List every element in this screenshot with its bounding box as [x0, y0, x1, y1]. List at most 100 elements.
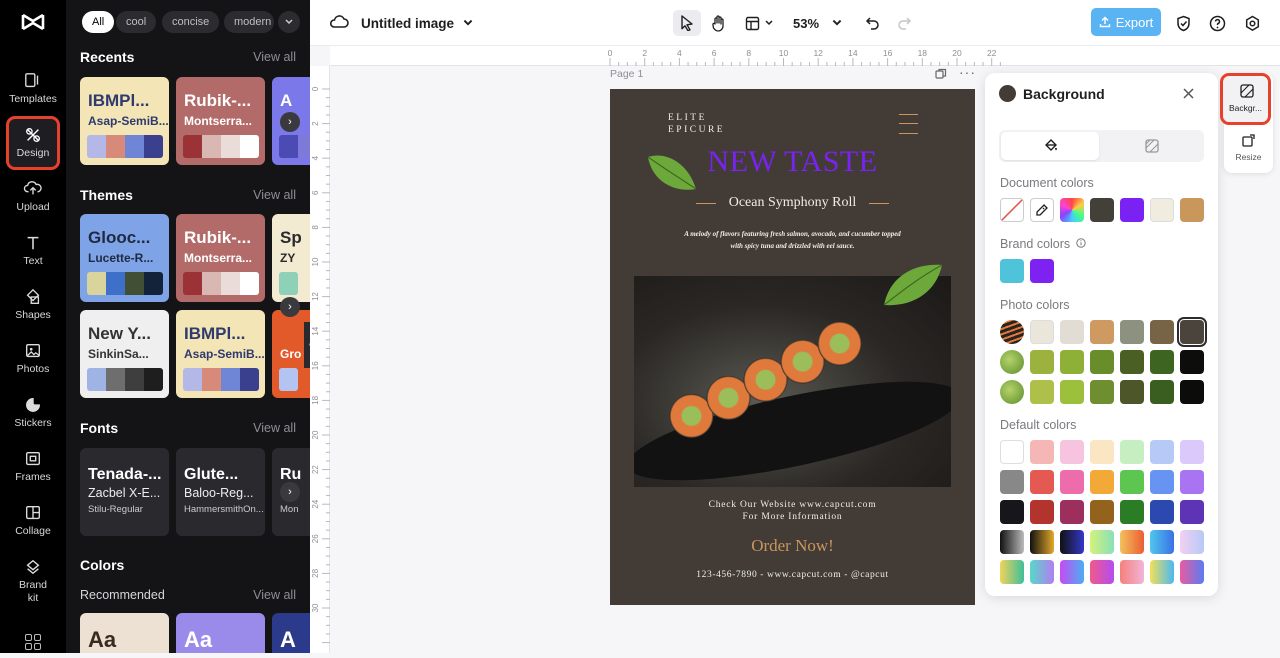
brand-line-1[interactable]: ELITE: [668, 113, 707, 123]
tab-solid-fill[interactable]: [1001, 132, 1099, 160]
default-color-swatch[interactable]: [1090, 440, 1114, 464]
photo-color-swatch[interactable]: [1090, 350, 1114, 374]
default-color-swatch[interactable]: [1120, 500, 1144, 524]
zoom-dropdown[interactable]: 53%: [790, 11, 846, 35]
fonts-next-button[interactable]: ›: [280, 482, 300, 502]
cloud-icon[interactable]: [329, 13, 349, 31]
photo-color-swatch[interactable]: [1030, 320, 1054, 344]
brand-line-2[interactable]: EPICURE: [668, 125, 725, 135]
default-color-swatch[interactable]: [1090, 500, 1114, 524]
menu-lines-icon[interactable]: [899, 114, 918, 134]
subtitle[interactable]: Ocean Symphony Roll: [610, 195, 975, 211]
document-color-swatch[interactable]: [1090, 198, 1114, 222]
default-color-swatch[interactable]: [1030, 440, 1054, 464]
template-card[interactable]: Sp ZY: [272, 214, 310, 302]
rail-item-stickers[interactable]: Stickers: [0, 392, 66, 446]
eyedropper-button[interactable]: [1030, 198, 1054, 222]
photo-color-swatch[interactable]: [1060, 380, 1084, 404]
default-color-swatch[interactable]: [1180, 440, 1204, 464]
layout-menu-button[interactable]: [742, 11, 776, 35]
fonts-view-all-link[interactable]: View all: [253, 421, 296, 435]
headline[interactable]: NEW TASTE: [610, 145, 975, 179]
photo-color-swatch[interactable]: [1090, 320, 1114, 344]
photo-thumbnail-swatch[interactable]: [1000, 380, 1024, 404]
page-more-icon[interactable]: ···: [959, 64, 976, 80]
default-color-swatch[interactable]: [1000, 470, 1024, 494]
rail-item-templates[interactable]: Templates: [0, 68, 66, 122]
transparent-swatch[interactable]: [1000, 198, 1024, 222]
document-color-swatch[interactable]: [1120, 198, 1144, 222]
photo-color-swatch[interactable]: [1150, 320, 1174, 344]
color-palette-card[interactable]: Aa: [176, 613, 265, 653]
gradient-swatch[interactable]: [1120, 560, 1144, 584]
template-card[interactable]: IBMPl... Asap-SemiB...: [80, 77, 169, 165]
default-color-swatch[interactable]: [1060, 440, 1084, 464]
recents-next-button[interactable]: ›: [280, 112, 300, 132]
photo-color-swatch[interactable]: [1030, 380, 1054, 404]
photo-color-swatch[interactable]: [1180, 380, 1204, 404]
photo-color-swatch[interactable]: [1120, 350, 1144, 374]
default-color-swatch[interactable]: [1150, 440, 1174, 464]
gradient-swatch[interactable]: [1000, 530, 1024, 554]
photo-thumbnail-swatch[interactable]: [1000, 320, 1024, 344]
default-color-swatch[interactable]: [1180, 470, 1204, 494]
template-card[interactable]: Rubik-... Montserra...: [176, 214, 265, 302]
photo-color-swatch[interactable]: [1180, 350, 1204, 374]
redo-button[interactable]: [894, 11, 914, 35]
colors-view-all-link[interactable]: View all: [253, 588, 296, 602]
export-button[interactable]: Export: [1091, 8, 1161, 36]
photo-color-swatch[interactable]: [1090, 380, 1114, 404]
rail-item-shapes[interactable]: Shapes: [0, 284, 66, 338]
document-color-swatch[interactable]: [1180, 198, 1204, 222]
filter-chip-modern[interactable]: modern: [224, 11, 274, 33]
photo-color-swatch[interactable]: [1150, 350, 1174, 374]
recents-view-all-link[interactable]: View all: [253, 50, 296, 64]
photo-color-swatch[interactable]: [1150, 380, 1174, 404]
template-card[interactable]: New Y... SinkinSa...: [80, 310, 169, 398]
undo-button[interactable]: [862, 11, 882, 35]
gradient-swatch[interactable]: [1120, 530, 1144, 554]
color-palette-card[interactable]: Aa: [80, 613, 169, 653]
rail-item-photos[interactable]: Photos: [0, 338, 66, 392]
gradient-swatch[interactable]: [1030, 560, 1054, 584]
photo-color-swatch[interactable]: [1060, 350, 1084, 374]
photo-thumbnail-swatch[interactable]: [1000, 350, 1024, 374]
background-tool-button[interactable]: Backgr...: [1220, 73, 1271, 125]
website-line-2[interactable]: For More Information: [610, 512, 975, 522]
info-icon[interactable]: [1075, 238, 1086, 248]
gradient-swatch[interactable]: [1180, 530, 1204, 554]
gradient-swatch[interactable]: [1090, 560, 1114, 584]
order-now-cta[interactable]: Order Now!: [610, 536, 975, 556]
default-color-swatch[interactable]: [1150, 500, 1174, 524]
default-color-swatch[interactable]: [1000, 500, 1024, 524]
tab-image-fill[interactable]: [1103, 132, 1201, 160]
default-color-swatch[interactable]: [1060, 500, 1084, 524]
default-color-swatch[interactable]: [1090, 470, 1114, 494]
contact-line[interactable]: 123-456-7890 - www.capcut.com - @capcut: [610, 570, 975, 580]
themes-view-all-link[interactable]: View all: [253, 188, 296, 202]
leaf-icon[interactable]: [880, 261, 944, 309]
rail-item-upload[interactable]: Upload: [0, 176, 66, 230]
help-button[interactable]: [1207, 11, 1227, 35]
brand-color-swatch[interactable]: [1030, 259, 1054, 283]
rail-item-text[interactable]: Text: [0, 230, 66, 284]
more-apps-icon[interactable]: [25, 634, 41, 650]
color-palette-card[interactable]: A: [272, 613, 310, 653]
default-color-swatch[interactable]: [1000, 440, 1024, 464]
website-line-1[interactable]: Check Our Website www.capcut.com: [610, 500, 975, 510]
default-color-swatch[interactable]: [1030, 470, 1054, 494]
rail-item-collage[interactable]: Collage: [0, 500, 66, 554]
gradient-swatch[interactable]: [1030, 530, 1054, 554]
default-color-swatch[interactable]: [1180, 500, 1204, 524]
description[interactable]: A melody of flavors featuring fresh salm…: [684, 228, 901, 252]
poster-page[interactable]: ELITE EPICURE NEW TASTE Ocean Symphony R…: [610, 89, 975, 605]
document-title[interactable]: Untitled image: [361, 11, 474, 35]
gradient-swatch[interactable]: [1000, 560, 1024, 584]
photo-color-swatch[interactable]: [1120, 380, 1144, 404]
themes-next-button[interactable]: ›: [280, 297, 300, 317]
settings-button[interactable]: [1242, 11, 1262, 35]
hand-tool-button[interactable]: [708, 11, 730, 35]
gradient-swatch[interactable]: [1060, 560, 1084, 584]
document-color-swatch[interactable]: [1150, 198, 1174, 222]
gradient-swatch[interactable]: [1150, 560, 1174, 584]
